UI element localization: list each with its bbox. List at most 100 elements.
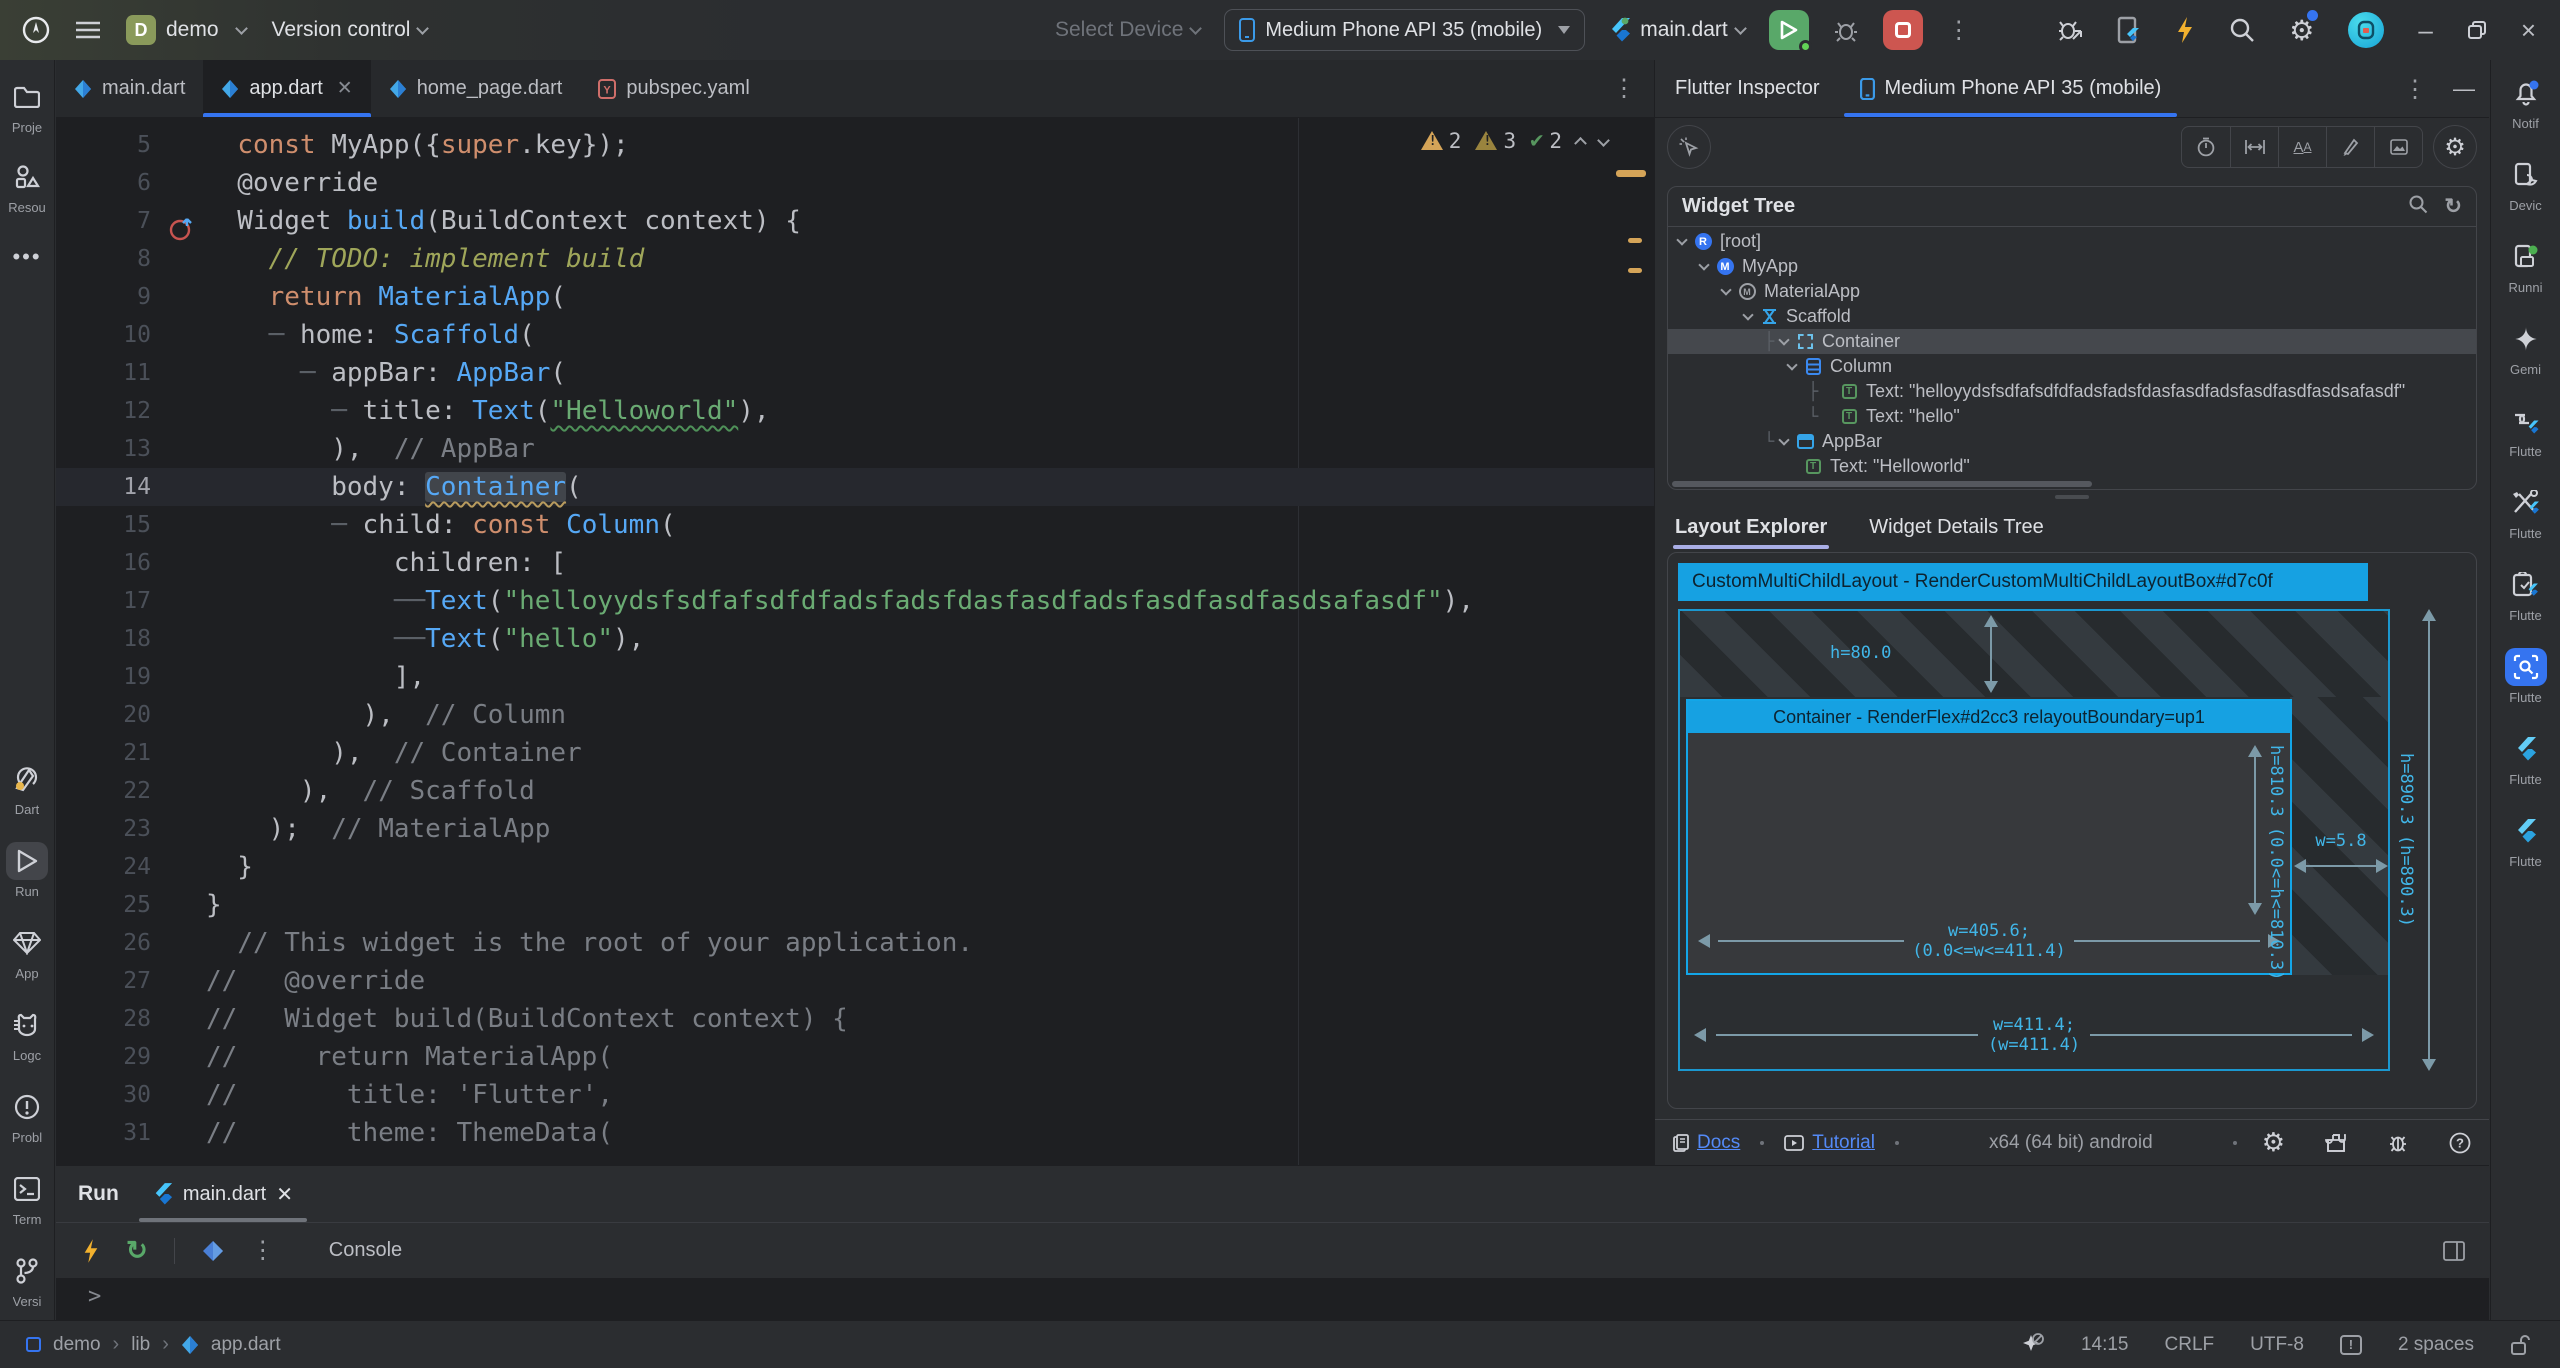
breadcrumb-item[interactable]: app.dart — [211, 1334, 281, 1356]
code-line-24[interactable]: } — [206, 848, 1474, 886]
breadcrumb[interactable]: demo›lib›app.dart — [0, 1333, 281, 1356]
line-number[interactable]: 27 — [56, 962, 151, 1000]
settings-gear-icon[interactable]: ⚙ — [2289, 14, 2314, 47]
sidebar-item-devic[interactable]: Devic — [2491, 156, 2560, 213]
sidebar-item-flutte[interactable]: Flutte — [2491, 402, 2560, 459]
sidebar-item-resou[interactable]: Resou — [0, 158, 54, 215]
line-number[interactable]: 6 — [56, 164, 151, 202]
highlight-images-icon[interactable] — [2374, 127, 2422, 167]
line-number[interactable]: 25 — [56, 886, 151, 924]
chevron-down-icon[interactable] — [1676, 234, 1687, 245]
code-lines[interactable]: const MyApp({super.key}); @override Widg… — [206, 126, 1474, 1152]
line-number[interactable]: 23 — [56, 810, 151, 848]
vcs-widget[interactable]: Version control — [272, 18, 428, 42]
line-number[interactable]: 5 — [56, 126, 151, 164]
tree-node-appbar[interactable]: └AppBar — [1668, 429, 2476, 454]
sidebar-item-versi[interactable]: Versi — [0, 1252, 54, 1309]
code-line-14[interactable]: body: Container( — [206, 468, 1474, 506]
code-line-5[interactable]: const MyApp({super.key}); — [206, 126, 1474, 164]
outer-widget-box[interactable]: h=80.0 Container - RenderFlex#d2cc3 rela… — [1678, 609, 2390, 1071]
line-number[interactable]: 24 — [56, 848, 151, 886]
line-number[interactable]: 14 — [56, 468, 151, 506]
sidebar-item-app[interactable]: App — [0, 924, 54, 981]
code-line-13[interactable]: ), // AppBar — [206, 430, 1474, 468]
code-line-6[interactable]: @override — [206, 164, 1474, 202]
sidebar-item-flutte[interactable]: Flutte — [2491, 566, 2560, 623]
line-number[interactable]: 26 — [56, 924, 151, 962]
cursor-position[interactable]: 14:15 — [2081, 1334, 2129, 1356]
tree-node-root[interactable]: R[root] — [1668, 229, 2476, 254]
attach-debugger-icon[interactable] — [2057, 17, 2083, 43]
scrollbar-warning-mark[interactable] — [1616, 170, 1646, 177]
code-line-28[interactable]: // Widget build(BuildContext context) { — [206, 1000, 1474, 1038]
close-button[interactable]: × — [2521, 15, 2536, 46]
console-label[interactable]: Console — [329, 1239, 402, 1262]
override-gutter-icon[interactable] — [168, 216, 194, 242]
line-number[interactable]: 20 — [56, 696, 151, 734]
close-icon[interactable]: ✕ — [337, 77, 353, 100]
console-options-icon[interactable]: ⋮ — [251, 1236, 275, 1265]
console-hot-reload-icon[interactable] — [82, 1238, 100, 1264]
tree-horizontal-scrollbar[interactable] — [1668, 479, 2476, 489]
container-widget-box[interactable]: Container - RenderFlex#d2cc3 relayoutBou… — [1686, 699, 2292, 975]
breadcrumb-item[interactable]: demo — [53, 1334, 101, 1356]
code-line-23[interactable]: ); // MaterialApp — [206, 810, 1474, 848]
select-widget-mode-icon[interactable] — [1667, 125, 1711, 169]
device-mirror-icon[interactable] — [2117, 16, 2141, 44]
minimize-button[interactable]: – — [2418, 15, 2432, 46]
project-selector[interactable]: D demo — [126, 15, 246, 45]
device-selector[interactable]: Medium Phone API 35 (mobile) — [1224, 9, 1585, 51]
panel-splitter[interactable] — [1655, 490, 2489, 504]
code-line-27[interactable]: // @override — [206, 962, 1474, 1000]
outer-widget-label[interactable]: CustomMultiChildLayout - RenderCustomMul… — [1678, 563, 2368, 601]
sidebar-item-term[interactable]: Term — [0, 1170, 54, 1227]
code-line-16[interactable]: children: [ — [206, 544, 1474, 582]
stop-button[interactable] — [1883, 10, 1923, 50]
more-actions-icon[interactable]: ⋮ — [1947, 16, 1971, 45]
line-number[interactable]: 8 — [56, 240, 151, 278]
tree-node-myapp[interactable]: MMyApp — [1668, 254, 2476, 279]
code-line-7[interactable]: Widget build(BuildContext context) { — [206, 202, 1474, 240]
chevron-down-icon[interactable] — [1742, 309, 1753, 320]
help-icon[interactable]: ? — [2449, 1132, 2471, 1154]
sidebar-item-notif[interactable]: Notif — [2491, 74, 2560, 131]
select-device-label[interactable]: Select Device — [1055, 18, 1200, 42]
sidebar-item-proje[interactable]: Proje — [0, 78, 54, 135]
chevron-down-icon[interactable] — [1720, 284, 1731, 295]
previous-issue-icon[interactable] — [1574, 137, 1587, 150]
devtools-settings-icon[interactable]: ⚙ — [2262, 1127, 2285, 1158]
breadcrumb-item[interactable]: lib — [131, 1334, 150, 1356]
line-number[interactable]: 7 — [56, 202, 151, 240]
layout-explorer-diagram[interactable]: CustomMultiChildLayout - RenderCustomMul… — [1667, 552, 2477, 1109]
dart-vm-icon[interactable] — [201, 1239, 225, 1263]
console-output[interactable]: > — [56, 1278, 2489, 1320]
sidebar-item-probl[interactable]: Probl — [0, 1088, 54, 1145]
line-number[interactable]: 12 — [56, 392, 151, 430]
code-line-15[interactable]: ─ child: const Column( — [206, 506, 1474, 544]
code-line-30[interactable]: // title: 'Flutter', — [206, 1076, 1474, 1114]
sidebar-item-flutte[interactable]: Flutte — [2491, 730, 2560, 787]
editor-tab-pubspec-yaml[interactable]: Ypubspec.yaml — [580, 60, 767, 117]
code-line-25[interactable]: } — [206, 886, 1474, 924]
indent-setting[interactable]: 2 spaces — [2398, 1334, 2474, 1356]
next-issue-icon[interactable] — [1597, 134, 1610, 147]
tree-node-scaffold[interactable]: Scaffold — [1668, 304, 2476, 329]
code-line-29[interactable]: // return MaterialApp( — [206, 1038, 1474, 1076]
line-number[interactable]: 17 — [56, 582, 151, 620]
editor-tab-main-dart[interactable]: main.dart — [56, 60, 203, 117]
inspection-ok-count[interactable]: ✔ 2 — [1530, 128, 1562, 153]
sidebar-item-flutte[interactable]: Flutte — [2491, 484, 2560, 541]
line-ending[interactable]: CRLF — [2165, 1334, 2215, 1356]
editor-gutter[interactable]: 5678910111213141516171819202122232425262… — [56, 126, 151, 1152]
code-line-8[interactable]: // TODO: implement build — [206, 240, 1474, 278]
line-number[interactable]: 13 — [56, 430, 151, 468]
avatar[interactable] — [2348, 12, 2384, 48]
hide-panel-icon[interactable]: — — [2453, 76, 2475, 102]
line-number[interactable]: 19 — [56, 658, 151, 696]
sidebar-item-runni[interactable]: Runni — [2491, 238, 2560, 295]
line-number[interactable]: 28 — [56, 1000, 151, 1038]
sidebar-item-more[interactable]: ••• — [0, 238, 54, 276]
line-number[interactable]: 22 — [56, 772, 151, 810]
sidebar-item-flutte[interactable]: Flutte — [2491, 812, 2560, 869]
line-number[interactable]: 9 — [56, 278, 151, 316]
